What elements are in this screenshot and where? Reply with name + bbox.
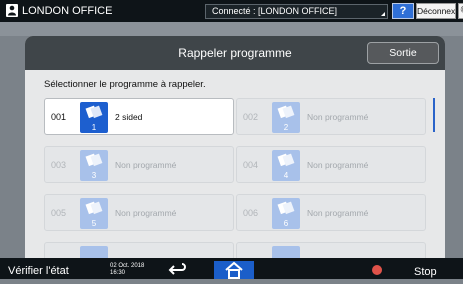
program-item-006[interactable]: 006 6 Non programmé	[236, 194, 426, 231]
program-item-005[interactable]: 005 5 Non programmé	[44, 194, 234, 231]
program-icon-number: 3	[91, 171, 97, 180]
program-icon-number: 6	[283, 219, 289, 228]
program-icon-number: 5	[91, 219, 97, 228]
program-number: 004	[243, 160, 259, 170]
program-icon-number: 1	[91, 123, 97, 132]
logout-button[interactable]: Déconnexion	[416, 3, 456, 19]
program-label: Non programmé	[307, 160, 369, 170]
program-icon: 3	[80, 150, 108, 181]
program-icon: 5	[80, 198, 108, 229]
time-label: 16:30	[110, 270, 126, 276]
program-item-003[interactable]: 003 3 Non programmé	[44, 146, 234, 183]
program-item-partial[interactable]	[44, 242, 234, 258]
home-button[interactable]	[214, 261, 254, 279]
program-icon: 1	[80, 102, 108, 133]
stop-button[interactable]: Stop	[414, 266, 437, 278]
program-item-004[interactable]: 004 4 Non programmé	[236, 146, 426, 183]
check-status-button[interactable]: Vérifier l'état	[8, 265, 69, 277]
program-label: Non programmé	[307, 208, 369, 218]
help-button[interactable]: ?	[392, 3, 414, 19]
program-item-001[interactable]: 001 1 2 sided	[44, 98, 234, 135]
program-item-partial[interactable]	[236, 242, 426, 258]
program-icon: 4	[272, 150, 300, 181]
program-label: Non programmé	[307, 112, 369, 122]
background-strip	[0, 22, 463, 36]
program-label: 2 sided	[115, 112, 143, 122]
program-label: Non programmé	[115, 208, 177, 218]
instruction-text: Sélectionner le programme à rappeler.	[44, 79, 206, 90]
energy-saver-moon-icon[interactable]: ☾	[458, 3, 463, 19]
corner-triangle-icon	[381, 12, 385, 16]
connection-label: Connecté : [LONDON OFFICE]	[212, 6, 338, 16]
top-status-bar: LONDON OFFICE Connecté : [LONDON OFFICE]…	[0, 0, 463, 22]
connection-status[interactable]: Connecté : [LONDON OFFICE]	[205, 4, 388, 19]
home-icon	[225, 261, 243, 279]
recall-program-dialog: Rappeler programme Sortie Sélectionner l…	[25, 36, 445, 258]
program-number: 005	[51, 208, 67, 218]
program-icon: 2	[272, 102, 300, 133]
program-number: 003	[51, 160, 67, 170]
program-icon-number: 4	[283, 171, 289, 180]
stop-icon[interactable]	[372, 265, 382, 275]
program-icon-number: 2	[283, 123, 289, 132]
user-icon	[6, 4, 18, 17]
date-label: 02 Oct. 2018	[110, 263, 145, 269]
program-icon	[80, 246, 108, 258]
program-item-002[interactable]: 002 2 Non programmé	[236, 98, 426, 135]
dialog-header: Rappeler programme Sortie	[25, 36, 445, 70]
program-number: 006	[243, 208, 259, 218]
date-time: 02 Oct. 2018 16:30	[110, 263, 144, 277]
program-number: 001	[51, 112, 67, 122]
office-name: LONDON OFFICE	[22, 5, 113, 17]
program-label: Non programmé	[115, 160, 177, 170]
bottom-bar: Vérifier l'état 02 Oct. 2018 16:30 Stop	[0, 258, 463, 279]
program-grid: 001 1 2 sided 002 2 Non programmé 003 3 …	[25, 96, 445, 258]
program-icon	[272, 246, 300, 258]
back-arrow-icon[interactable]	[163, 261, 193, 279]
scroll-indicator[interactable]	[433, 98, 435, 132]
program-icon: 6	[272, 198, 300, 229]
program-number: 002	[243, 112, 259, 122]
exit-button[interactable]: Sortie	[367, 42, 439, 64]
